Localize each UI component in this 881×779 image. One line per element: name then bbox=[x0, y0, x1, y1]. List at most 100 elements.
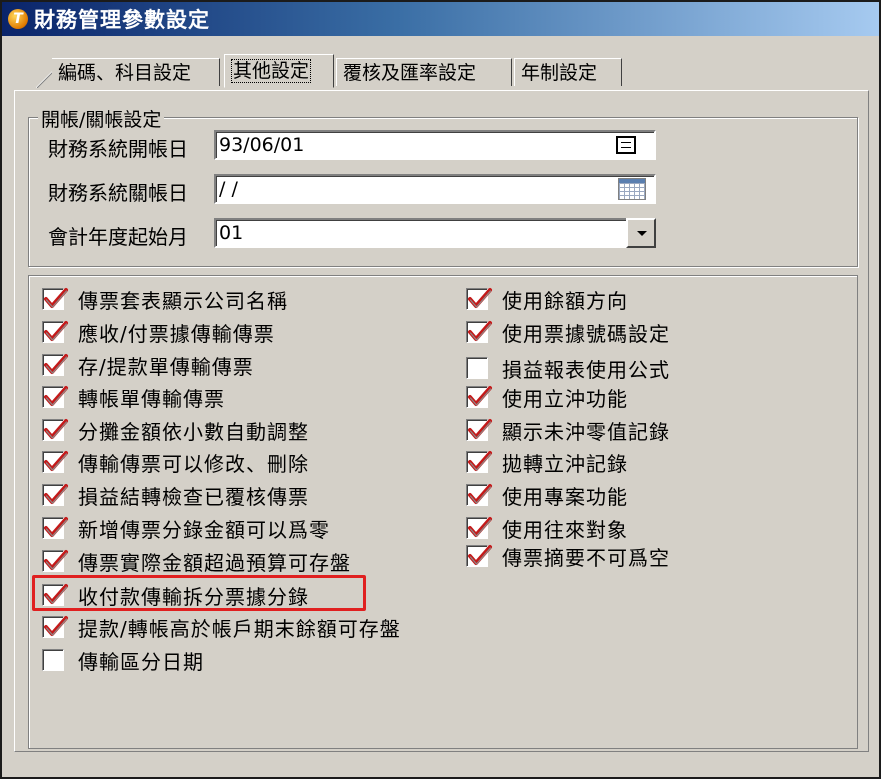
option-right-8[interactable]: 傳票摘要不可爲空 bbox=[466, 543, 670, 570]
checkbox[interactable] bbox=[466, 321, 492, 343]
checkbox[interactable] bbox=[466, 484, 492, 506]
check-mark-icon bbox=[468, 321, 492, 341]
option-label: 傳輸區分日期 bbox=[78, 649, 204, 674]
checkbox[interactable] bbox=[42, 616, 68, 638]
checkbox[interactable] bbox=[42, 321, 68, 343]
option-left-10[interactable]: 提款/轉帳高於帳戶期末餘額可存盤 bbox=[42, 614, 401, 641]
tab-label: 編碼、科目設定 bbox=[58, 62, 192, 84]
option-right-2[interactable]: 損益報表使用公式 bbox=[466, 355, 670, 382]
close-date-field[interactable]: / / bbox=[214, 174, 656, 204]
checkbox[interactable] bbox=[466, 545, 492, 567]
open-date-field[interactable]: 93/06/01 bbox=[214, 130, 656, 160]
title-bar: T 財務管理參數設定 bbox=[2, 2, 879, 36]
check-mark-icon bbox=[44, 484, 68, 504]
option-label: 傳票套表顯示公司名稱 bbox=[78, 288, 288, 313]
calendar-icon[interactable] bbox=[618, 178, 646, 200]
check-mark-icon bbox=[44, 616, 68, 636]
check-mark-icon bbox=[44, 321, 68, 341]
option-right-0[interactable]: 使用餘額方向 bbox=[466, 286, 628, 313]
option-label: 損益結轉檢查已覆核傳票 bbox=[78, 484, 309, 509]
close-date-value: / / bbox=[219, 178, 238, 200]
option-right-7[interactable]: 使用往來對象 bbox=[466, 515, 628, 542]
checkbox[interactable] bbox=[42, 288, 68, 310]
option-right-3[interactable]: 使用立沖功能 bbox=[466, 384, 628, 411]
checkbox[interactable] bbox=[42, 517, 68, 539]
chevron-down-icon[interactable] bbox=[626, 218, 656, 248]
option-label: 使用立沖功能 bbox=[502, 386, 628, 411]
check-mark-icon bbox=[468, 419, 492, 439]
option-left-2[interactable]: 存/提款單傳輸傳票 bbox=[42, 352, 254, 379]
fiscal-start-month-label: 會計年度起始月 bbox=[48, 225, 188, 249]
checkbox[interactable] bbox=[42, 451, 68, 473]
checkbox[interactable] bbox=[466, 357, 488, 379]
option-label: 存/提款單傳輸傳票 bbox=[78, 354, 254, 379]
option-left-11[interactable]: 傳輸區分日期 bbox=[42, 647, 204, 674]
tab-other-settings[interactable]: 其他設定 bbox=[224, 54, 334, 88]
tab-strip: 編碼、科目設定 其他設定 覆核及匯率設定 年制設定 bbox=[2, 42, 879, 90]
check-mark-icon bbox=[468, 545, 492, 565]
account-period-group-title: 開帳/關帳設定 bbox=[38, 105, 165, 132]
tab-review-exchange[interactable]: 覆核及匯率設定 bbox=[336, 58, 512, 86]
option-label: 應收/付票據傳輸傳票 bbox=[78, 321, 275, 346]
check-mark-icon bbox=[44, 550, 68, 570]
option-label: 傳票摘要不可爲空 bbox=[502, 545, 670, 570]
check-mark-icon bbox=[44, 419, 68, 439]
option-label: 顯示未沖零值記錄 bbox=[502, 419, 670, 444]
option-label: 新增傳票分錄金額可以爲零 bbox=[78, 517, 330, 542]
checkbox[interactable] bbox=[466, 517, 492, 539]
check-mark-icon bbox=[468, 517, 492, 537]
checkbox[interactable] bbox=[42, 386, 68, 408]
checkbox[interactable] bbox=[42, 649, 64, 671]
option-label: 轉帳單傳輸傳票 bbox=[78, 386, 225, 411]
option-left-0[interactable]: 傳票套表顯示公司名稱 bbox=[42, 286, 288, 313]
option-left-7[interactable]: 新增傳票分錄金額可以爲零 bbox=[42, 515, 330, 542]
highlight-annotation bbox=[32, 575, 366, 611]
checkbox[interactable] bbox=[466, 386, 492, 408]
tab-label: 其他設定 bbox=[231, 59, 312, 83]
option-left-6[interactable]: 損益結轉檢查已覆核傳票 bbox=[42, 482, 309, 509]
fiscal-start-month-select[interactable]: 01 bbox=[214, 218, 656, 248]
option-left-8[interactable]: 傳票實際金額超過預算可存盤 bbox=[42, 548, 351, 575]
check-mark-icon bbox=[44, 451, 68, 471]
option-right-1[interactable]: 使用票據號碼設定 bbox=[466, 319, 670, 346]
option-left-4[interactable]: 分攤金額依小數自動調整 bbox=[42, 417, 309, 444]
window-title: 財務管理參數設定 bbox=[34, 8, 210, 32]
option-label: 傳票實際金額超過預算可存盤 bbox=[78, 550, 351, 575]
check-mark-icon bbox=[468, 484, 492, 504]
option-label: 使用往來對象 bbox=[502, 517, 628, 542]
tab-year-settings[interactable]: 年制設定 bbox=[514, 58, 622, 86]
check-mark-icon bbox=[44, 517, 68, 537]
open-date-label: 財務系統開帳日 bbox=[48, 137, 188, 161]
open-date-picker-icon[interactable] bbox=[616, 136, 636, 154]
check-mark-icon bbox=[468, 386, 492, 406]
option-left-3[interactable]: 轉帳單傳輸傳票 bbox=[42, 384, 225, 411]
checkbox[interactable] bbox=[42, 419, 68, 441]
option-right-5[interactable]: 拋轉立沖記錄 bbox=[466, 449, 628, 476]
tab-label: 覆核及匯率設定 bbox=[343, 62, 477, 84]
option-label: 傳輸傳票可以修改、刪除 bbox=[78, 451, 309, 476]
tab-code-subject[interactable]: 編碼、科目設定 bbox=[52, 58, 220, 86]
option-right-6[interactable]: 使用專案功能 bbox=[466, 482, 628, 509]
checkbox[interactable] bbox=[42, 354, 68, 376]
open-date-value: 93/06/01 bbox=[219, 134, 305, 156]
option-label: 損益報表使用公式 bbox=[502, 357, 670, 382]
app-logo-icon: T bbox=[8, 9, 28, 29]
close-date-label: 財務系統關帳日 bbox=[48, 181, 188, 205]
option-left-5[interactable]: 傳輸傳票可以修改、刪除 bbox=[42, 449, 309, 476]
tab-label: 年制設定 bbox=[521, 62, 598, 84]
checkbox[interactable] bbox=[42, 550, 68, 572]
fiscal-start-month-value: 01 bbox=[219, 222, 244, 244]
check-mark-icon bbox=[44, 288, 68, 308]
checkbox[interactable] bbox=[466, 288, 492, 310]
option-left-1[interactable]: 應收/付票據傳輸傳票 bbox=[42, 319, 275, 346]
option-label: 使用餘額方向 bbox=[502, 288, 628, 313]
option-label: 使用專案功能 bbox=[502, 484, 628, 509]
option-label: 提款/轉帳高於帳戶期末餘額可存盤 bbox=[78, 616, 401, 641]
checkbox[interactable] bbox=[466, 451, 492, 473]
check-mark-icon bbox=[468, 288, 492, 308]
checkbox[interactable] bbox=[42, 484, 68, 506]
checkbox[interactable] bbox=[466, 419, 492, 441]
option-right-4[interactable]: 顯示未沖零值記錄 bbox=[466, 417, 670, 444]
settings-window: T 財務管理參數設定 編碼、科目設定 其他設定 覆核及匯率設定 年制設定 開帳/… bbox=[0, 0, 881, 779]
check-mark-icon bbox=[44, 354, 68, 374]
